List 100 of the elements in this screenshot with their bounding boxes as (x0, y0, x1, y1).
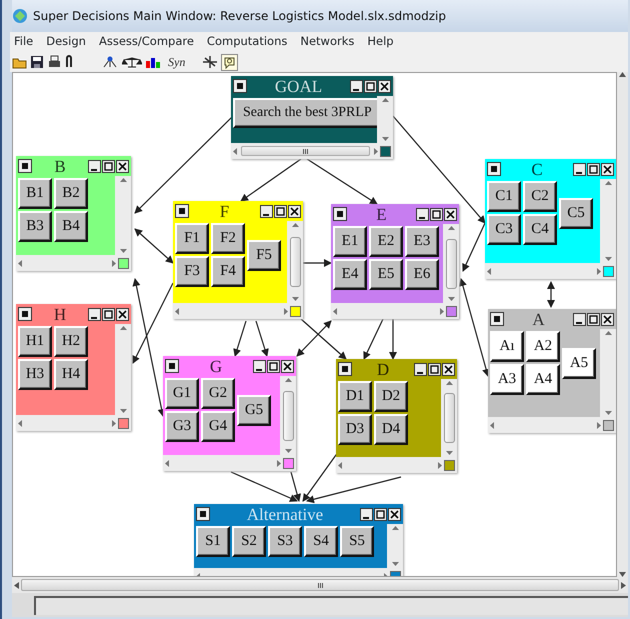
scroll-down-icon[interactable] (382, 137, 388, 141)
scroll-thumb[interactable] (446, 238, 456, 288)
close-icon[interactable] (601, 162, 614, 176)
minimize-icon[interactable] (416, 208, 429, 220)
scroll-left-icon[interactable] (18, 260, 22, 266)
close-icon[interactable] (442, 362, 455, 376)
cluster-horizontal-scrollbar[interactable] (233, 146, 378, 156)
scroll-down-icon[interactable] (284, 449, 292, 453)
node-button[interactable]: F5 (247, 240, 281, 270)
maximize-icon[interactable] (102, 160, 115, 172)
window-menu-icon[interactable] (175, 204, 189, 218)
node-button[interactable]: A4 (526, 364, 560, 395)
vertical-scrollbar[interactable] (617, 72, 628, 577)
close-icon[interactable] (116, 308, 129, 320)
window-menu-icon[interactable] (165, 359, 179, 373)
scroll-down-icon[interactable] (604, 411, 612, 415)
scroll-up-icon[interactable] (446, 381, 452, 385)
cluster-vertical-scrollbar[interactable] (280, 376, 296, 455)
node-button[interactable]: G3 (165, 411, 199, 442)
scroll-up-icon[interactable] (604, 331, 612, 335)
synthesize-button[interactable]: Syn (168, 53, 186, 71)
node-button[interactable]: D4 (374, 414, 408, 445)
scroll-right-icon[interactable] (438, 462, 442, 468)
maximize-icon[interactable] (374, 508, 387, 520)
cluster-window[interactable]: Alternative S1 S2 S3 S4 S5 (194, 504, 403, 576)
window-menu-icon[interactable] (333, 207, 347, 221)
cluster-vertical-scrollbar[interactable] (287, 221, 303, 303)
scroll-down-icon[interactable] (446, 451, 452, 455)
close-icon[interactable] (444, 208, 457, 220)
scroll-up-icon[interactable] (382, 98, 388, 102)
maximize-icon[interactable] (430, 208, 443, 220)
minimize-icon[interactable] (350, 80, 363, 92)
cluster-window[interactable]: G G1 G2 G3 G4 G5 (163, 356, 296, 471)
scroll-up-icon[interactable] (120, 326, 126, 330)
scroll-up-icon[interactable] (604, 181, 612, 185)
window-menu-icon[interactable] (490, 312, 504, 326)
crosshair-icon[interactable] (202, 55, 218, 69)
scroll-thumb[interactable] (444, 393, 454, 443)
maximize-icon[interactable] (587, 312, 600, 326)
cluster-window[interactable]: H H1 H2 H3 H4 (16, 304, 131, 431)
node-button[interactable]: F3 (175, 256, 209, 287)
scroll-right-icon[interactable] (277, 460, 281, 466)
menu-item[interactable]: Help (367, 33, 394, 51)
bar-chart-icon[interactable] (145, 55, 161, 69)
close-icon[interactable] (388, 508, 401, 520)
node-button[interactable]: C2 (523, 181, 557, 212)
node-button[interactable]: E4 (333, 259, 367, 290)
node-button[interactable]: E1 (333, 226, 367, 257)
network-icon[interactable] (101, 55, 119, 69)
minimize-icon[interactable] (360, 508, 373, 520)
scroll-right-icon[interactable] (597, 268, 601, 274)
node-button[interactable]: E3 (405, 226, 439, 257)
scroll-thumb[interactable] (241, 146, 370, 156)
cluster-horizontal-scrollbar[interactable] (18, 258, 116, 268)
scroll-up-icon[interactable] (448, 226, 454, 230)
close-icon[interactable] (601, 312, 614, 326)
menu-item[interactable]: Computations (206, 33, 288, 51)
minimize-icon[interactable] (573, 162, 586, 176)
scroll-left-icon[interactable] (333, 308, 337, 314)
node-button[interactable]: Search the best 3PRLP (233, 98, 377, 128)
scroll-left-icon[interactable] (338, 462, 342, 468)
node-button[interactable]: G1 (165, 378, 199, 409)
node-button[interactable]: C3 (487, 214, 521, 245)
node-button[interactable]: B4 (54, 211, 88, 242)
menu-item[interactable]: Assess/Compare (98, 33, 194, 51)
menu-item[interactable]: Design (46, 33, 86, 51)
menu-item[interactable]: File (14, 33, 34, 51)
printer-icon[interactable] (47, 55, 62, 69)
node-button[interactable]: S2 (232, 526, 266, 557)
node-button[interactable]: D1 (338, 381, 372, 412)
close-icon[interactable] (281, 360, 294, 372)
cluster-window[interactable]: D D1 D2 D3 D4 (336, 359, 457, 473)
balance-scale-icon[interactable] (122, 55, 142, 69)
window-menu-icon[interactable] (233, 79, 247, 93)
scroll-down-icon[interactable] (604, 257, 612, 261)
minimize-icon[interactable] (88, 160, 101, 172)
node-button[interactable]: S5 (340, 526, 374, 557)
cluster-window[interactable]: E E1 E2 E3 E4 E5 E6 (331, 204, 459, 319)
cluster-window[interactable]: C C1 C2 C3 C4 C5 (485, 159, 616, 279)
cluster-horizontal-scrollbar[interactable] (18, 418, 116, 428)
paperclip-icon[interactable] (65, 55, 73, 69)
node-button[interactable]: H3 (18, 359, 52, 390)
cluster-horizontal-scrollbar[interactable] (165, 458, 281, 468)
menu-item[interactable]: Networks (300, 33, 354, 51)
cluster-window[interactable]: A Aı A2 A3 A4 A5 (488, 309, 616, 433)
node-button[interactable]: E5 (369, 259, 403, 290)
node-button[interactable]: F1 (175, 223, 209, 254)
node-button[interactable]: H1 (18, 326, 52, 357)
cluster-horizontal-scrollbar[interactable] (333, 306, 444, 316)
node-button[interactable]: D3 (338, 414, 372, 445)
window-menu-icon[interactable] (18, 159, 32, 173)
scroll-right-icon[interactable] (440, 308, 444, 314)
scroll-down-icon[interactable] (448, 297, 454, 301)
node-button[interactable]: S3 (268, 526, 302, 557)
scroll-down-icon[interactable] (120, 249, 126, 253)
scroll-right-icon[interactable] (112, 420, 116, 426)
node-button[interactable]: G5 (237, 394, 271, 426)
node-button[interactable]: H4 (54, 359, 88, 390)
close-icon[interactable] (288, 204, 301, 218)
node-button[interactable]: A5 (562, 348, 596, 378)
